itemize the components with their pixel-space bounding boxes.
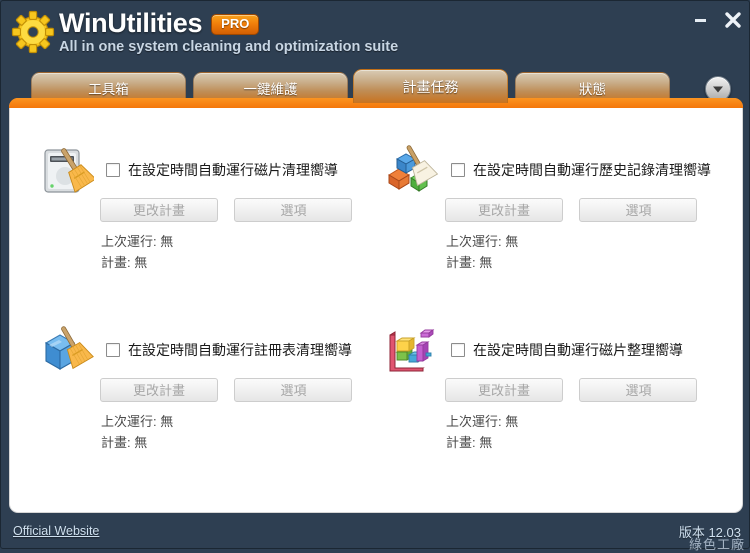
change-schedule-button[interactable]: 更改計畫 — [445, 378, 563, 402]
options-button[interactable]: 選項 — [234, 198, 353, 222]
task-checkbox-label[interactable]: 在設定時間自動運行磁片清理嚮導 — [128, 160, 338, 180]
task-button-row: 更改計畫 選項 — [100, 198, 353, 222]
app-title: WinUtilities — [59, 8, 203, 38]
task-button-row: 更改計畫 選項 — [445, 198, 698, 222]
last-run-text: 上次運行: 無 — [101, 234, 174, 249]
schedule-text: 計畫: 無 — [446, 255, 493, 270]
schedule-text: 計畫: 無 — [446, 435, 493, 450]
task-panel-history-cleanup: 在設定時間自動運行歷史記錄清理嚮導 更改計畫 選項 上次運行: 無 計畫: 無 — [373, 135, 718, 310]
disk-defrag-icon — [389, 329, 435, 372]
task-checkbox[interactable] — [106, 163, 120, 177]
close-button[interactable] — [716, 9, 742, 31]
options-button[interactable]: 選項 — [579, 378, 698, 402]
last-run-text: 上次運行: 無 — [101, 414, 174, 429]
task-panel-disk-defrag: 在設定時間自動運行磁片整理嚮導 更改計畫 選項 上次運行: 無 計畫: 無 — [373, 315, 718, 490]
options-button[interactable]: 選項 — [579, 198, 698, 222]
pro-badge: PRO — [211, 14, 260, 35]
watermark-text: 綠色工廠 — [688, 537, 745, 552]
last-run-text: 上次運行: 無 — [446, 414, 519, 429]
task-panel-disk-cleanup: 在設定時間自動運行磁片清理嚮導 更改計畫 選項 上次運行: 無 計畫: 無 — [28, 135, 373, 310]
official-website-link[interactable]: Official Website — [13, 524, 99, 538]
gear-icon — [11, 10, 55, 54]
registry-cleanup-icon — [44, 326, 94, 370]
title-bar: WinUtilities PRO All in one system clean… — [1, 1, 750, 63]
task-button-row: 更改計畫 選項 — [100, 378, 353, 402]
winutilities-window: WinUtilities PRO All in one system clean… — [0, 0, 750, 552]
brand-block: WinUtilities PRO All in one system clean… — [59, 8, 398, 55]
task-checkbox[interactable] — [451, 343, 465, 357]
change-schedule-button[interactable]: 更改計畫 — [445, 198, 563, 222]
tab-label: 一鍵維護 — [243, 82, 298, 97]
task-button-row: 更改計畫 選項 — [445, 378, 698, 402]
close-icon — [725, 12, 741, 28]
tab-label: 狀態 — [579, 82, 606, 97]
task-checkbox-label[interactable]: 在設定時間自動運行歷史記錄清理嚮導 — [473, 160, 711, 180]
task-checkbox-row[interactable]: 在設定時間自動運行註冊表清理嚮導 — [106, 340, 352, 360]
footer-bar: Official Website 版本 12.03 綠色工廠 — [1, 516, 750, 552]
task-checkbox-row[interactable]: 在設定時間自動運行磁片整理嚮導 — [451, 340, 683, 360]
task-checkbox[interactable] — [451, 163, 465, 177]
history-cleanup-icon — [388, 145, 439, 192]
tab-label: 工具箱 — [88, 82, 129, 97]
minimize-icon — [695, 19, 706, 22]
schedule-task-grid: 在設定時間自動運行磁片清理嚮導 更改計畫 選項 上次運行: 無 計畫: 無 在設… — [10, 103, 742, 511]
schedule-text: 計畫: 無 — [101, 255, 148, 270]
change-schedule-button[interactable]: 更改計畫 — [100, 378, 218, 402]
tab-label: 計畫任務 — [402, 78, 459, 95]
task-checkbox-label[interactable]: 在設定時間自動運行註冊表清理嚮導 — [128, 340, 352, 360]
disk-cleanup-icon — [44, 148, 94, 193]
task-checkbox-row[interactable]: 在設定時間自動運行磁片清理嚮導 — [106, 160, 338, 180]
task-checkbox-label[interactable]: 在設定時間自動運行磁片整理嚮導 — [473, 340, 683, 360]
schedule-text: 計畫: 無 — [101, 435, 148, 450]
minimize-button[interactable] — [684, 9, 710, 31]
content-panel: 在設定時間自動運行磁片清理嚮導 更改計畫 選項 上次運行: 無 計畫: 無 在設… — [9, 98, 743, 513]
task-panel-registry-cleanup: 在設定時間自動運行註冊表清理嚮導 更改計畫 選項 上次運行: 無 計畫: 無 — [28, 315, 373, 490]
chevron-down-icon — [713, 86, 723, 92]
last-run-text: 上次運行: 無 — [446, 234, 519, 249]
task-checkbox-row[interactable]: 在設定時間自動運行歷史記錄清理嚮導 — [451, 160, 711, 180]
task-checkbox[interactable] — [106, 343, 120, 357]
change-schedule-button[interactable]: 更改計畫 — [100, 198, 218, 222]
app-tagline: All in one system cleaning and optimizat… — [59, 39, 399, 55]
options-button[interactable]: 選項 — [234, 378, 353, 402]
tab-scheduled-tasks[interactable]: 計畫任務 — [353, 69, 508, 103]
